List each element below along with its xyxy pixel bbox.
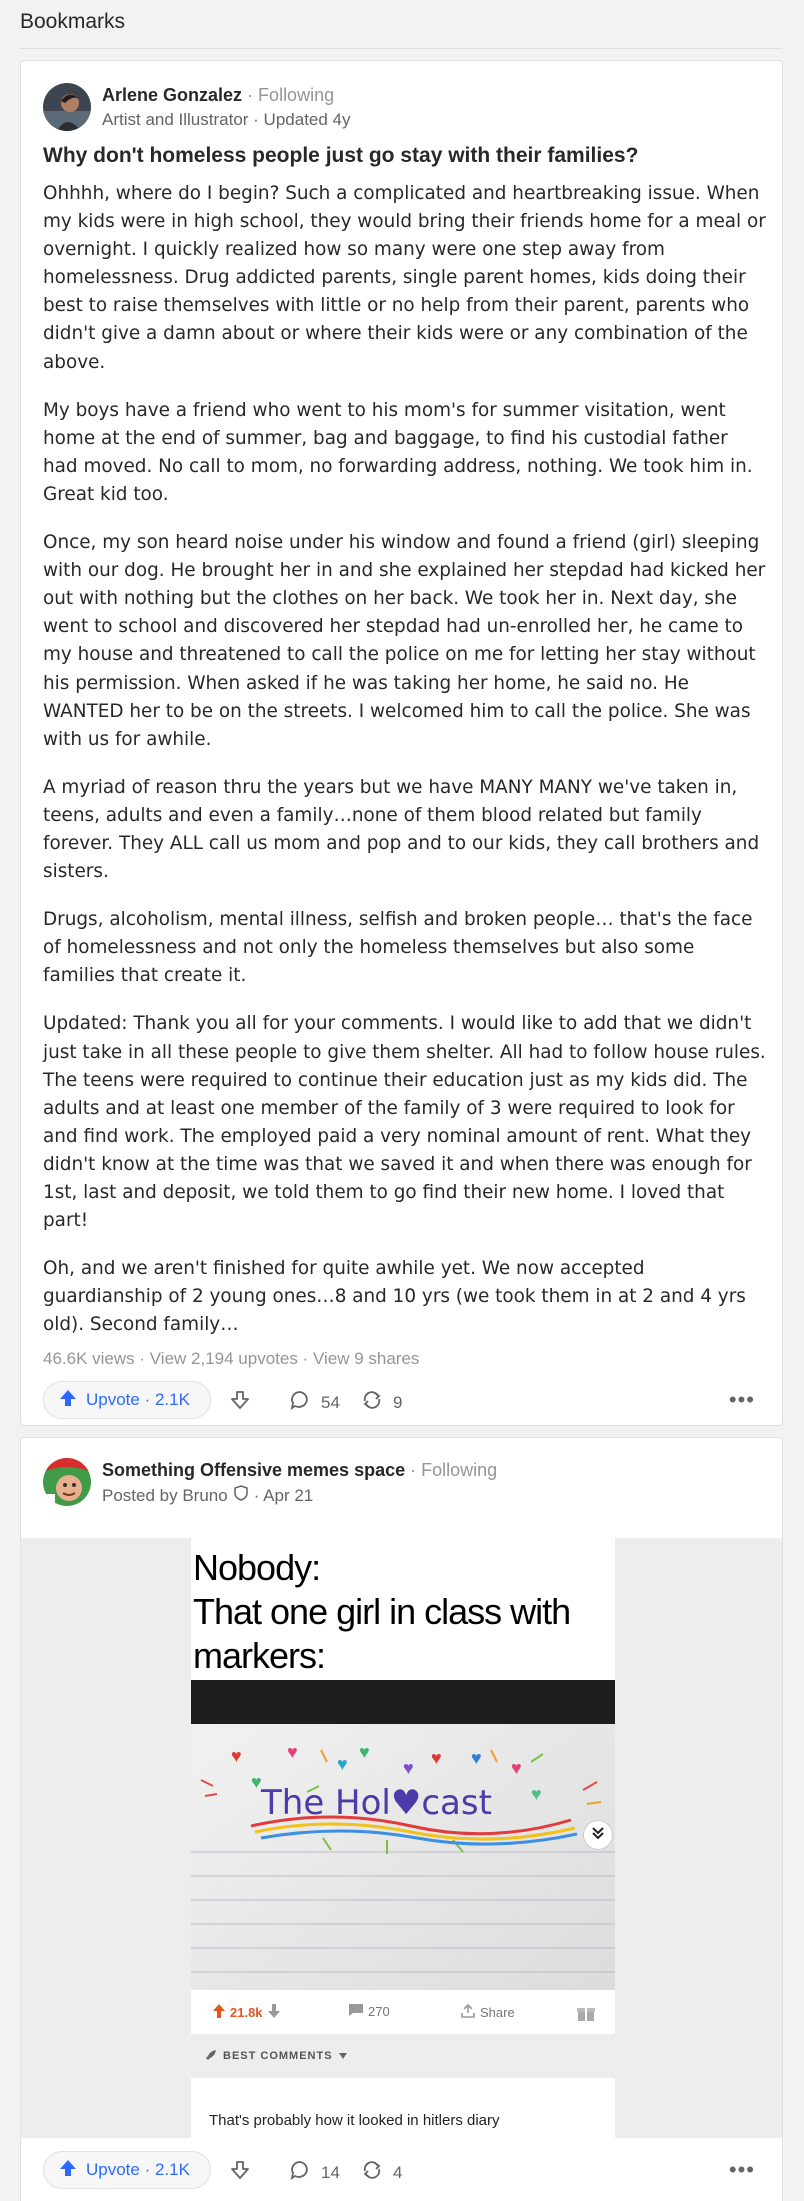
moderator-shield-icon	[233, 1485, 248, 1506]
meme-drawing-photo: ♥ ♥ ♥ ♥ ♥ ♥ ♥ ♥ ♥ ♥ The Hol♥cast	[191, 1680, 615, 1990]
following-label[interactable]: · Following	[410, 1460, 497, 1480]
answer-action-bar: Upvote · 2.1K 54 9 •••	[43, 1381, 763, 1421]
share-icon	[361, 1389, 383, 1416]
following-label[interactable]: · Following	[247, 85, 334, 105]
comment-count: 54	[321, 1392, 340, 1412]
author-credential: Artist and Illustrator · Updated 4y	[102, 110, 351, 129]
answer-body: Ohhhh, where do I begin? Such a complica…	[43, 180, 768, 1359]
answer-paragraph: Oh, and we aren't finished for quite awh…	[43, 1258, 746, 1336]
more-icon[interactable]: •••	[729, 2157, 755, 2183]
share-count: 9	[393, 1392, 403, 1412]
svg-text:♥: ♥	[359, 1742, 370, 1762]
meme-upvote-count: 21.8k	[230, 2005, 263, 2020]
more-icon[interactable]: •••	[729, 1387, 755, 1413]
title-divider	[20, 48, 782, 49]
best-comments-label: BEST COMMENTS	[223, 2050, 333, 2062]
meme-top-comment: That's probably how it looked in hitlers…	[191, 2078, 615, 2138]
comment-count: 14	[321, 2162, 340, 2182]
page-title: Bookmarks	[20, 10, 126, 33]
double-chevron-down-icon	[591, 1826, 605, 1845]
gift-icon	[577, 2004, 595, 2022]
share-button[interactable]: 9	[361, 1389, 402, 1416]
answer-paragraph: Drugs, alcoholism, mental illness, selfi…	[43, 909, 753, 987]
answer-paragraph: Once, my son heard noise under his windo…	[43, 532, 766, 750]
meme-caption-line: Nobody:	[193, 1547, 321, 1588]
svg-text:♥: ♥	[287, 1742, 298, 1762]
meme-caption-line: markers:	[193, 1635, 326, 1676]
svg-text:♥: ♥	[403, 1758, 414, 1778]
meme-share-label: Share	[480, 2005, 515, 2020]
poster-name[interactable]: Posted by Bruno	[102, 1486, 228, 1506]
upvote-label: Upvote · 2.1K	[86, 1390, 190, 1409]
meme-image[interactable]: Nobody: That one girl in class with mark…	[191, 1538, 615, 2138]
space-name-text[interactable]: Something Offensive memes space	[102, 1460, 405, 1480]
post-action-bar: Upvote · 2.1K 14 4 •••	[43, 2151, 763, 2191]
upvote-label: Upvote · 2.1K	[86, 2160, 190, 2179]
space-avatar[interactable]	[43, 1458, 91, 1506]
meme-caption-line: That one girl in class with	[193, 1591, 571, 1632]
comment-button[interactable]: 54	[289, 1389, 340, 1416]
upvote-arrow-icon	[58, 2158, 78, 2183]
svg-text:♥: ♥	[431, 1748, 442, 1768]
svg-text:♥: ♥	[511, 1758, 522, 1778]
upvote-button[interactable]: Upvote · 2.1K	[43, 1381, 211, 1419]
comment-icon	[289, 1389, 311, 1416]
posted-by: Posted by Bruno · Apr 21	[102, 1485, 313, 1506]
expand-button[interactable]	[583, 1820, 613, 1850]
downvote-arrow-icon[interactable]	[229, 2159, 251, 2181]
post-media: Nobody: That one girl in class with mark…	[21, 1538, 782, 2138]
upvote-arrow-icon	[58, 1388, 78, 1413]
meme-comments: 270	[349, 2004, 390, 2019]
answer-paragraph: A myriad of reason thru the years but we…	[43, 776, 760, 883]
meme-drawing-text: The Hol♥cast	[260, 1783, 492, 1823]
share-icon	[361, 2159, 383, 2186]
space-post-card: Something Offensive memes space · Follow…	[20, 1437, 783, 2201]
meme-comment-count: 270	[368, 2004, 390, 2019]
meme-action-bar: 21.8k 270 Share	[191, 1990, 615, 2034]
svg-text:♥: ♥	[531, 1784, 542, 1804]
best-comments-header: BEST COMMENTS	[191, 2034, 615, 2078]
comment-button[interactable]: 14	[289, 2159, 340, 2186]
author-name[interactable]: Arlene Gonzalez · Following	[102, 85, 334, 106]
answer-paragraph: My boys have a friend who went to his mo…	[43, 399, 753, 505]
chevron-down-icon	[338, 2050, 347, 2062]
author-name-text[interactable]: Arlene Gonzalez	[102, 85, 242, 105]
share-count: 4	[393, 2162, 403, 2182]
comment-icon	[289, 2159, 311, 2186]
meme-share: Share	[461, 2003, 515, 2021]
answer-paragraph: Updated: Thank you all for your comments…	[43, 1013, 766, 1232]
svg-text:♥: ♥	[337, 1754, 348, 1774]
meme-caption: Nobody: That one girl in class with mark…	[193, 1546, 613, 1678]
rocket-icon	[205, 2049, 217, 2064]
meme-upvote: 21.8k	[213, 2004, 280, 2021]
upvote-arrow-icon	[213, 2004, 225, 2021]
answer-card: Arlene Gonzalez · Following Artist and I…	[20, 60, 783, 1426]
svg-text:♥: ♥	[471, 1748, 482, 1768]
svg-text:♥: ♥	[231, 1746, 242, 1766]
space-name[interactable]: Something Offensive memes space · Follow…	[102, 1460, 497, 1481]
question-title[interactable]: Why don't homeless people just go stay w…	[43, 144, 763, 168]
comment-icon	[349, 2004, 363, 2019]
answer-stats[interactable]: 46.6K views · View 2,194 upvotes · View …	[43, 1349, 419, 1369]
post-date: · Apr 21	[253, 1485, 314, 1505]
answer-paragraph: Ohhhh, where do I begin? Such a complica…	[43, 183, 766, 373]
upvote-button[interactable]: Upvote · 2.1K	[43, 2151, 211, 2189]
author-avatar[interactable]	[43, 83, 91, 131]
share-icon	[461, 2003, 475, 2021]
downvote-arrow-icon	[267, 2004, 280, 2021]
downvote-arrow-icon[interactable]	[229, 1389, 251, 1411]
post-footer: Upvote · 2.1K 14 4 •••	[21, 2138, 782, 2201]
share-button[interactable]: 4	[361, 2159, 402, 2186]
